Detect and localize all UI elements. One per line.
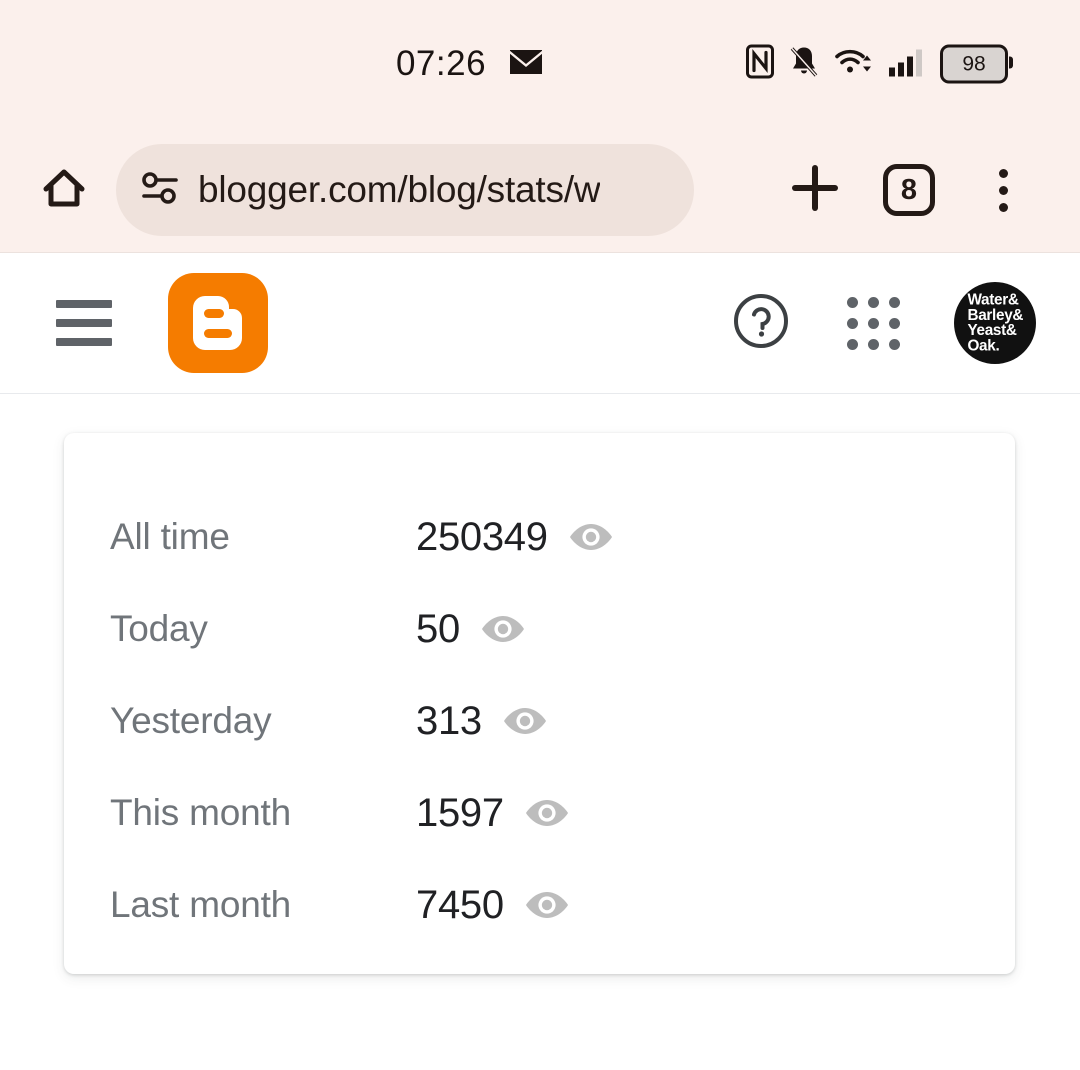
tab-switcher-button[interactable]: 8 xyxy=(862,143,956,237)
tab-count-icon: 8 xyxy=(883,164,935,216)
eye-icon[interactable] xyxy=(568,521,614,553)
stat-value-group: 250349 xyxy=(416,515,614,560)
stat-value: 1597 xyxy=(416,790,504,835)
url-text[interactable]: blogger.com/blog/stats/w xyxy=(198,169,600,211)
avatar[interactable]: Water& Barley& Yeast& Oak. xyxy=(954,282,1036,364)
status-bar-clock: 07:26 xyxy=(395,44,487,83)
notifications-silenced-icon xyxy=(788,45,820,84)
eye-icon[interactable] xyxy=(480,613,526,645)
stat-label: All time xyxy=(110,516,230,557)
envelope-icon xyxy=(508,48,544,81)
tab-count-label: 8 xyxy=(900,173,918,206)
plus-icon xyxy=(788,161,842,220)
stat-row-today: Today 50 xyxy=(64,583,1015,675)
stat-label: This month xyxy=(110,792,292,833)
help-circle-icon xyxy=(731,291,791,356)
stat-row-this-month: This month 1597 xyxy=(64,767,1015,859)
stat-value-group: 313 xyxy=(416,699,548,744)
stat-label: Yesterday xyxy=(110,700,272,741)
wifi-icon xyxy=(834,46,874,83)
stat-row-yesterday: Yesterday 313 xyxy=(64,675,1015,767)
help-button[interactable] xyxy=(730,292,792,354)
browser-menu-button[interactable] xyxy=(956,143,1050,237)
status-bar-right-group: 98 xyxy=(746,44,1013,84)
stat-value: 50 xyxy=(416,606,460,651)
stat-label: Last month xyxy=(110,884,292,925)
stat-value-group: 1597 xyxy=(416,791,570,836)
more-vert-icon xyxy=(998,168,1008,212)
stat-row-last-month: Last month 7450 xyxy=(64,859,1015,951)
google-apps-button[interactable] xyxy=(842,292,904,354)
android-status-bar: 07:26 98 xyxy=(0,0,1080,128)
blogger-app-header: Water& Barley& Yeast& Oak. xyxy=(0,253,1080,394)
omnibox[interactable]: blogger.com/blog/stats/w xyxy=(116,144,694,236)
header-actions: Water& Barley& Yeast& Oak. xyxy=(730,282,1036,364)
hamburger-menu-icon[interactable] xyxy=(56,295,112,351)
browser-toolbar: blogger.com/blog/stats/w 8 xyxy=(0,128,1080,253)
nfc-icon xyxy=(746,44,774,84)
stat-value-group: 50 xyxy=(416,607,526,652)
avatar-label: Water& Barley& Yeast& Oak. xyxy=(967,291,1023,355)
stat-label: Today xyxy=(110,608,208,649)
status-bar-left-group: 07:26 xyxy=(396,44,544,84)
battery-level-label: 98 xyxy=(962,52,986,76)
apps-grid-icon xyxy=(846,296,900,350)
browser-toolbar-actions: 8 xyxy=(768,143,1050,237)
stat-value-group: 7450 xyxy=(416,883,570,928)
stats-card: All time 250349 Today 50 Yesterday 313 T… xyxy=(64,433,1015,974)
battery-icon: 98 xyxy=(940,44,1013,84)
eye-icon[interactable] xyxy=(524,797,570,829)
eye-icon[interactable] xyxy=(502,705,548,737)
new-tab-button[interactable] xyxy=(768,143,862,237)
home-icon xyxy=(38,162,90,219)
site-settings-tune-icon[interactable] xyxy=(138,168,182,213)
page-body: All time 250349 Today 50 Yesterday 313 T… xyxy=(0,394,1080,1070)
cellular-signal-icon xyxy=(888,46,926,83)
blogger-logo-icon[interactable] xyxy=(168,273,268,373)
stat-value: 250349 xyxy=(416,514,548,559)
stat-row-all-time: All time 250349 xyxy=(64,491,1015,583)
home-button[interactable] xyxy=(36,162,92,218)
eye-icon[interactable] xyxy=(524,889,570,921)
stat-value: 313 xyxy=(416,698,482,743)
stat-value: 7450 xyxy=(416,882,504,927)
